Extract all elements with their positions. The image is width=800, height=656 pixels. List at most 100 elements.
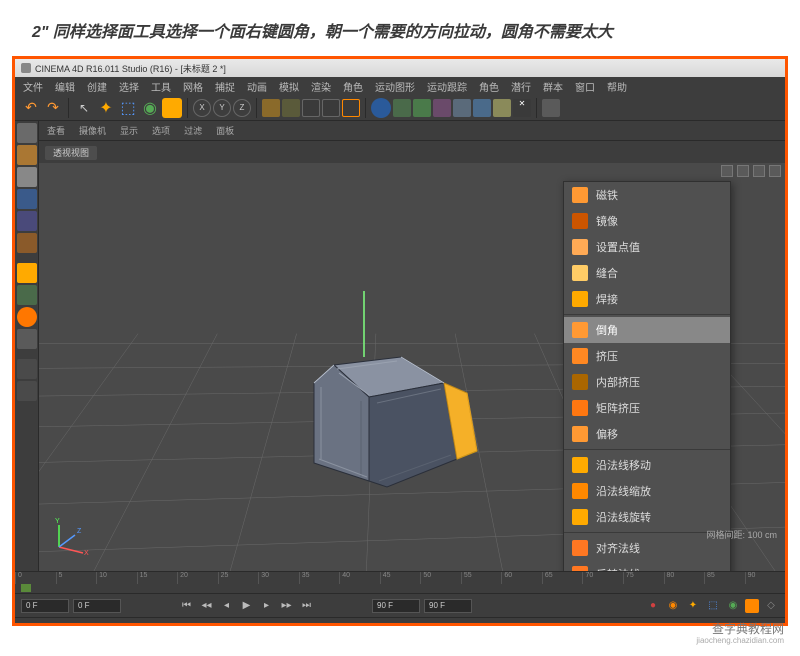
mode-poly[interactable] (17, 233, 37, 253)
context-menu-item-matrix[interactable]: 矩阵挤压 (564, 395, 730, 421)
context-menu-item-nmove[interactable]: 沿法线移动 (564, 452, 730, 478)
autokey-button[interactable]: ◉ (665, 598, 681, 614)
key-pos[interactable]: ✦ (685, 598, 701, 614)
timeline[interactable]: 051015202530354045505560657075808590 (15, 571, 785, 593)
menubar[interactable]: 文件 编辑 创建 选择 工具 网格 捕捉 动画 模拟 渲染 角色 运动图形 运动… (15, 77, 785, 95)
layout-1[interactable] (542, 99, 560, 117)
menu-item[interactable]: 渲染 (311, 79, 331, 94)
deformer-tool[interactable] (433, 99, 451, 117)
key-pla[interactable]: ◇ (763, 598, 779, 614)
tool2[interactable] (282, 99, 300, 117)
menu-item[interactable]: 窗口 (575, 79, 595, 94)
mode-texture[interactable] (17, 145, 37, 165)
env-tool[interactable] (453, 99, 471, 117)
vp-tab[interactable]: 选项 (152, 124, 170, 137)
y-lock[interactable]: Y (213, 99, 231, 117)
menu-item[interactable]: 模拟 (279, 79, 299, 94)
menu-item[interactable]: 运动图形 (375, 79, 415, 94)
vp-tab[interactable]: 显示 (120, 124, 138, 137)
menu-item[interactable]: 网格 (183, 79, 203, 94)
tweak-tool[interactable] (17, 285, 37, 305)
select-tool[interactable]: ↖ (74, 98, 94, 118)
viewport-nav-icons[interactable] (721, 165, 781, 177)
menu-item[interactable]: 角色 (343, 79, 363, 94)
coord-tool[interactable] (262, 99, 280, 117)
mode-edge[interactable] (17, 189, 37, 209)
prev-key-button[interactable]: ◂◂ (199, 598, 215, 614)
context-menu-item-points[interactable]: 设置点值 (564, 234, 730, 260)
record-button[interactable]: ● (645, 598, 661, 614)
prev-frame-button[interactable]: ◂ (219, 598, 235, 614)
play-button[interactable]: ▶ (239, 598, 255, 614)
context-menu-item-inner[interactable]: 内部挤压 (564, 369, 730, 395)
context-menu-item-nscale[interactable]: 沿法线缩放 (564, 478, 730, 504)
xray-tool[interactable] (17, 329, 37, 349)
current-frame-field[interactable]: 0 F (73, 599, 121, 613)
next-frame-button[interactable]: ▸ (259, 598, 275, 614)
menu-item[interactable]: 创建 (87, 79, 107, 94)
render-tool[interactable] (302, 99, 320, 117)
menu-item[interactable]: 捕捉 (215, 79, 235, 94)
viewport[interactable]: 磁铁镜像设置点值缝合焊接倒角挤压内部挤压矩阵挤压偏移沿法线移动沿法线缩放沿法线旋… (39, 163, 785, 571)
light-tool[interactable] (493, 99, 511, 117)
undo-button[interactable]: ↶ (21, 98, 41, 118)
z-lock[interactable]: Z (233, 99, 251, 117)
menu-item[interactable]: 角色 (479, 79, 499, 94)
misc-tool-2[interactable] (17, 381, 37, 401)
menu-item[interactable]: 群本 (543, 79, 563, 94)
vp-tab[interactable]: 面板 (216, 124, 234, 137)
goto-start-button[interactable]: ⏮ (179, 598, 195, 614)
menu-item[interactable]: 文件 (23, 79, 43, 94)
vp-nav-3[interactable] (753, 165, 765, 177)
context-menu-item-extrude[interactable]: 挤压 (564, 343, 730, 369)
mode-point[interactable] (17, 211, 37, 231)
vp-nav-2[interactable] (737, 165, 749, 177)
context-menu-item-align[interactable]: 对齐法线 (564, 535, 730, 561)
key-param[interactable] (745, 599, 759, 613)
context-menu-item-offset[interactable]: 偏移 (564, 421, 730, 447)
goto-end-button[interactable]: ⏭ (299, 598, 315, 614)
timeline-playhead[interactable] (21, 584, 31, 592)
move-tool[interactable]: ✦ (96, 98, 116, 118)
context-menu-item-reverse[interactable]: 反转法线 (564, 561, 730, 571)
menu-item[interactable]: 潜行 (511, 79, 531, 94)
context-menu-item-slide[interactable]: 缝合 (564, 260, 730, 286)
vp-tab[interactable]: 摄像机 (79, 124, 106, 137)
tool-x[interactable]: ✕ (513, 99, 531, 117)
menu-item[interactable]: 选择 (119, 79, 139, 94)
recent-tool[interactable] (162, 98, 182, 118)
mode-model[interactable] (17, 123, 37, 143)
vp-nav-1[interactable] (721, 165, 733, 177)
key-rot[interactable]: ◉ (725, 598, 741, 614)
x-lock[interactable]: X (193, 99, 211, 117)
context-menu-item-nrot[interactable]: 沿法线旋转 (564, 504, 730, 530)
vp-nav-4[interactable] (769, 165, 781, 177)
cube-model[interactable] (249, 291, 499, 511)
menu-item[interactable]: 编辑 (55, 79, 75, 94)
render-region[interactable] (342, 99, 360, 117)
range-end-field[interactable]: 90 F (424, 599, 472, 613)
vp-tab[interactable]: 查看 (47, 124, 65, 137)
next-key-button[interactable]: ▸▸ (279, 598, 295, 614)
end-frame-field[interactable]: 90 F (372, 599, 420, 613)
key-scale[interactable]: ⬚ (705, 598, 721, 614)
mode-workplane[interactable] (17, 167, 37, 187)
camera-tool[interactable] (473, 99, 491, 117)
scale-tool[interactable]: ⬚ (118, 98, 138, 118)
generator-tool[interactable] (413, 99, 431, 117)
context-menu-item-magnet[interactable]: 磁铁 (564, 182, 730, 208)
menu-item[interactable]: 动画 (247, 79, 267, 94)
menu-item[interactable]: 运动跟踪 (427, 79, 467, 94)
context-menu-item-weld[interactable]: 焊接 (564, 286, 730, 312)
vp-tab[interactable]: 过滤 (184, 124, 202, 137)
context-menu-item-mirror[interactable]: 镜像 (564, 208, 730, 234)
render-settings[interactable] (322, 99, 340, 117)
menu-item[interactable]: 工具 (151, 79, 171, 94)
spline-tool[interactable] (393, 99, 411, 117)
snap-tool[interactable] (17, 307, 37, 327)
misc-tool-1[interactable] (17, 359, 37, 379)
rotate-tool[interactable]: ◉ (140, 98, 160, 118)
cube-primitive[interactable] (371, 98, 391, 118)
axis-tool[interactable] (17, 263, 37, 283)
start-frame-field[interactable]: 0 F (21, 599, 69, 613)
